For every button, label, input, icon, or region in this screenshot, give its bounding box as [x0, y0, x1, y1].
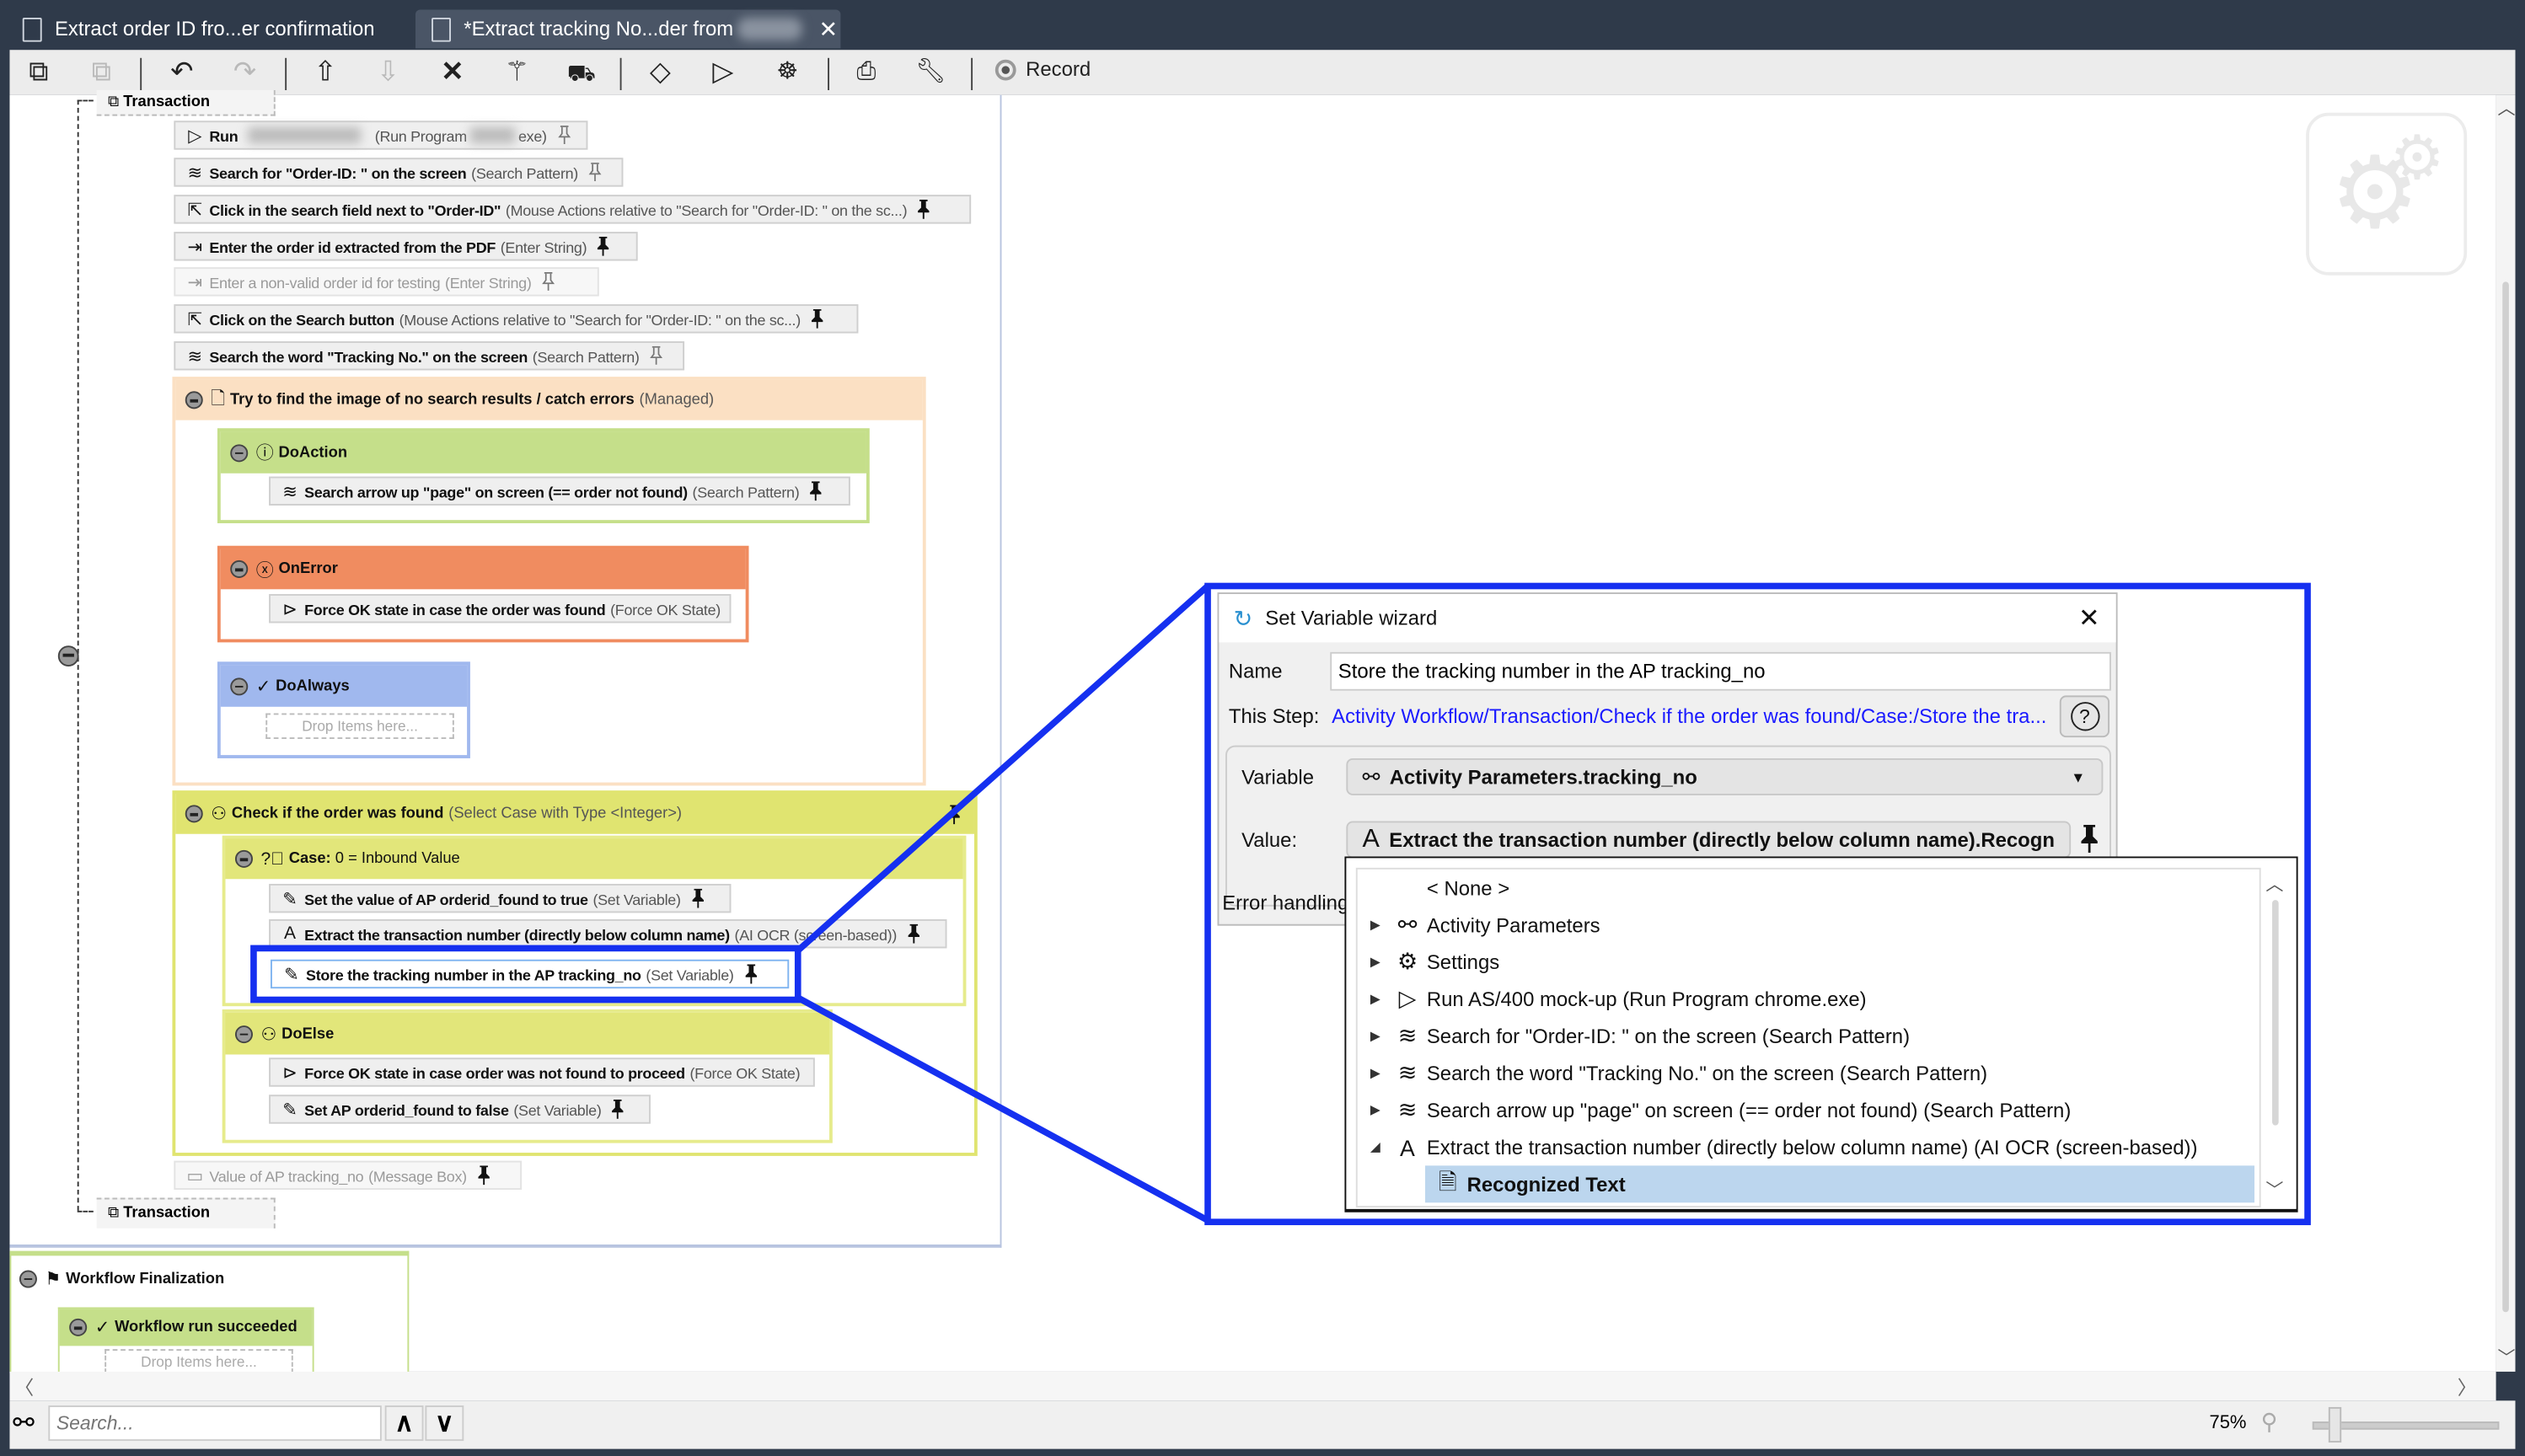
list-item-label: Search for "Order-ID: " on the screen (S… — [1426, 1025, 1911, 1047]
list-item-selected[interactable]: 🗎︎ Recognized Text — [1424, 1165, 2254, 1203]
variable-value: Activity Parameters.tracking_no — [1389, 765, 1697, 789]
callout-line — [796, 995, 1209, 1223]
text-file-icon: 🗎︎ — [1438, 1168, 1457, 1194]
error-handling-label: Error handling — [1222, 891, 1349, 915]
variable-dropdown[interactable]: ⚯ Activity Parameters.tracking_no ▼ — [1346, 757, 2104, 795]
dialog-title: Set Variable wizard — [1265, 607, 1438, 630]
app-window: Extract order ID fro...er confirmation *… — [0, 0, 2525, 1456]
callout-line — [796, 583, 1210, 953]
name-label: Name — [1228, 660, 1283, 683]
list-item[interactable]: ▶ ⚯ Activity Parameters — [1359, 907, 2253, 944]
value-text: Extract the transaction number (directly… — [1389, 828, 2055, 851]
scrollbar-thumb[interactable] — [2271, 900, 2279, 1126]
name-field[interactable] — [1330, 651, 2111, 691]
list-scrollbar[interactable]: ︿ ﹀ — [2263, 868, 2289, 1207]
help-button[interactable]: ? — [2059, 695, 2110, 738]
expand-arrow-icon[interactable]: ▶ — [1359, 918, 1391, 932]
list-item-label: Run AS/400 mock-up (Run Program chrome.e… — [1426, 988, 1867, 1010]
gear-icon: ⚙ — [1397, 948, 1418, 974]
wizard-icon: ↻ — [1233, 604, 1253, 631]
scroll-down-icon[interactable]: ﹀ — [2265, 1177, 2283, 1203]
list-item[interactable]: < None > — [1359, 870, 2253, 907]
list-item[interactable]: ▶ ≋ Search for "Order-ID: " on the screen … — [1359, 1018, 2253, 1055]
list-item[interactable]: ▶ ▷ Run AS/400 mock-up (Run Program chrome… — [1359, 981, 2253, 1018]
value-field[interactable]: A Extract the transaction number (direct… — [1346, 821, 2072, 859]
pin-icon[interactable] — [2079, 824, 2100, 853]
expand-arrow-icon[interactable]: ▶ — [1359, 992, 1391, 1006]
chevron-down-icon: ▼ — [2071, 768, 2086, 785]
search-pattern-icon: ≋ — [1397, 1096, 1418, 1122]
list-item-label: Activity Parameters — [1426, 913, 1600, 937]
close-icon[interactable]: ✕ — [2078, 602, 2100, 634]
value-dropdown-list[interactable]: < None > ▶ ⚯ Activity Parameters ▶ ⚙ Settings ▶… — [1344, 856, 2298, 1212]
ocr-icon: A — [1362, 825, 1380, 853]
scroll-up-icon[interactable]: ︿ — [2265, 871, 2283, 897]
expanded-arrow-icon[interactable]: ◢ — [1359, 1140, 1391, 1154]
dialog-titlebar: ↻ Set Variable wizard ✕ — [1219, 594, 2116, 643]
list-item-label: Search the word "Tracking No." on the sc… — [1426, 1062, 1988, 1084]
list-item-label: Extract the transaction number (directly… — [1426, 1135, 2198, 1159]
list-item[interactable]: ▶ ≋ Search the word "Tracking No." on the … — [1359, 1055, 2253, 1092]
variable-label: Variable — [1241, 766, 1315, 790]
value-label: Value: — [1241, 829, 1298, 852]
list-item-label: Recognized Text — [1466, 1172, 1626, 1196]
help-icon: ? — [2070, 702, 2099, 731]
play-icon: ▷ — [1398, 985, 1417, 1011]
list-item-label: Search arrow up "page" on screen (== ord… — [1426, 1099, 2072, 1121]
expand-arrow-icon[interactable]: ▶ — [1359, 1103, 1391, 1117]
this-step-label: This Step: — [1228, 704, 1320, 728]
list-item-label: < None > — [1426, 876, 1510, 900]
expand-arrow-icon[interactable]: ▶ — [1359, 1066, 1391, 1080]
search-pattern-icon: ≋ — [1397, 1059, 1418, 1085]
list-item[interactable]: ◢ A Extract the transaction number (direct… — [1359, 1128, 2253, 1165]
parameters-icon: ⚯ — [1362, 763, 1380, 789]
list-item[interactable]: ▶ ⚙ Settings — [1359, 944, 2253, 981]
search-pattern-icon: ≋ — [1397, 1022, 1418, 1048]
expand-arrow-icon[interactable]: ▶ — [1359, 1029, 1391, 1043]
list-item[interactable]: ▶ ≋ Search arrow up "page" on screen (== o… — [1359, 1091, 2253, 1128]
this-step-link[interactable]: Activity Workflow/Transaction/Check if t… — [1332, 705, 2046, 728]
expand-arrow-icon[interactable]: ▶ — [1359, 955, 1391, 969]
ocr-icon: A — [1400, 1134, 1415, 1160]
list-item-label: Settings — [1426, 950, 1500, 974]
callout-highlight-box — [250, 945, 801, 1004]
parameters-icon: ⚯ — [1397, 911, 1418, 938]
